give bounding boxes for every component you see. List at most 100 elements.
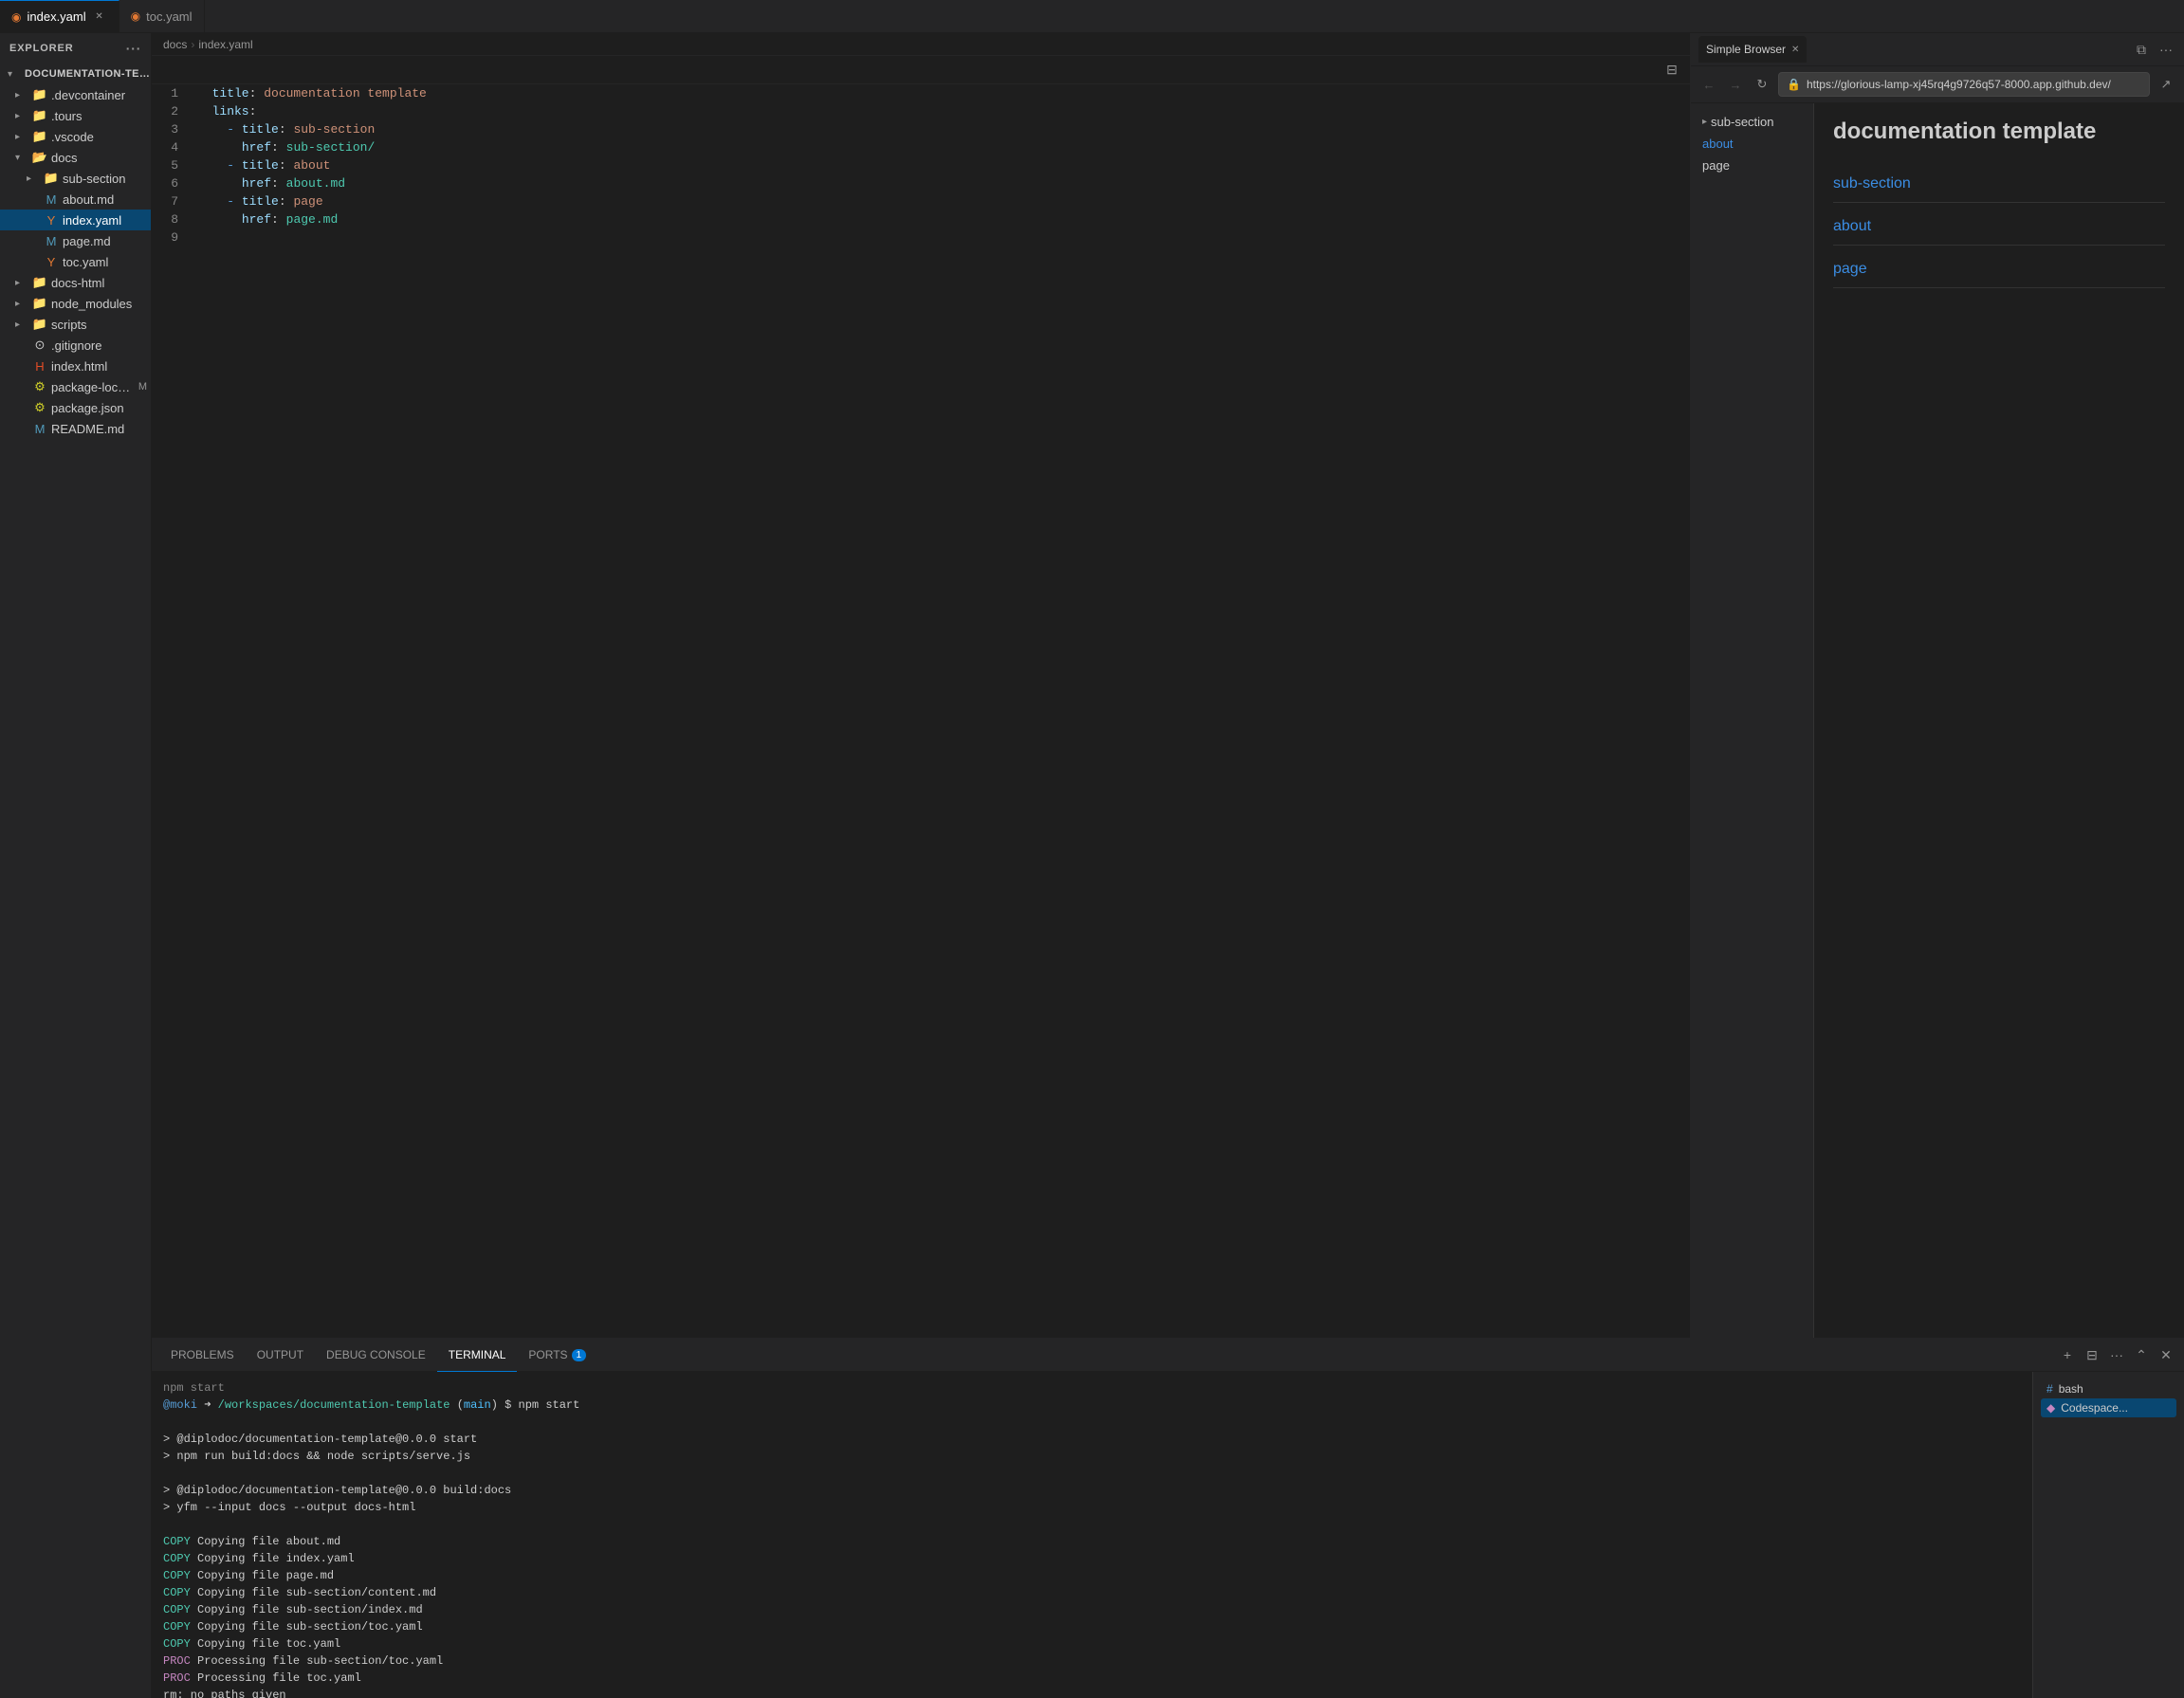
forward-button[interactable]: → [1725,74,1746,95]
explorer-header-icons: ··· [126,41,141,56]
maximize-terminal-icon[interactable]: ⌃ [2131,1344,2152,1365]
browser-link-page[interactable]: page [1833,249,2165,287]
chevron-right-icon: ▸ [15,278,28,288]
tab-problems[interactable]: PROBLEMS [159,1339,246,1372]
back-button[interactable]: ← [1698,74,1719,95]
filter-icon[interactable]: ⊟ [1661,60,1682,81]
sidebar-item-devcontainer[interactable]: ▸ 📁 .devcontainer [0,84,151,105]
split-terminal-icon[interactable]: ⊟ [2082,1344,2102,1365]
chevron-right-icon: ▸ [27,173,40,184]
terminal-line: > @diplodoc/documentation-template@0.0.0… [163,1482,2021,1499]
sidebar-item-tours[interactable]: ▸ 📁 .tours [0,105,151,126]
sidebar-label-docs: docs [51,151,151,165]
code-area[interactable]: title: documentation template links: - t… [190,84,1690,1338]
sidebar-label-page-md: page.md [63,234,151,248]
sidebar-item-toc-yaml[interactable]: ▸ Y toc.yaml [0,251,151,272]
tab-toc-yaml[interactable]: ◉ toc.yaml [119,0,205,33]
add-terminal-icon[interactable]: + [2057,1344,2078,1365]
separator-3 [1833,287,2165,288]
tab-output[interactable]: OUTPUT [246,1339,315,1372]
sidebar-label-index-yaml: index.yaml [63,213,151,228]
browser-section-about: about [1833,207,2165,246]
codespace-icon: ◆ [2046,1401,2055,1415]
folder-icon: 📁 [32,108,47,123]
sidebar: EXPLORER ··· ▾ DOCUMENTATION-TEMPLATE [C… [0,33,152,1698]
sidebar-item-docs-html[interactable]: ▸ 📁 docs-html [0,272,151,293]
refresh-button[interactable]: ↻ [1752,74,1772,95]
breadcrumb-sep: › [191,38,194,51]
folder-icon: 📁 [32,296,47,311]
tab-ports[interactable]: PORTS 1 [517,1339,597,1372]
tab-label-2: toc.yaml [146,9,192,24]
terminal-instance-codespace[interactable]: ◆ Codespace... [2041,1398,2176,1417]
external-link-icon: ↗ [2161,77,2172,92]
browser-tab-close-icon[interactable]: ✕ [1791,45,1799,55]
split-editor-icon[interactable]: ⧉ [2131,39,2152,60]
folder-open-icon: 📂 [32,150,47,165]
root-label: DOCUMENTATION-TEMPLATE [CODESPACES: G... [25,68,151,80]
sidebar-label-package-json: package.json [51,401,151,415]
folder-icon: 📁 [32,87,47,102]
tab-index-yaml[interactable]: ◉ index.yaml ✕ [0,0,119,33]
browser-main-content[interactable]: documentation template sub-section about… [1814,103,2184,1338]
breadcrumb-docs[interactable]: docs [163,38,187,51]
editor-panel: docs › index.yaml ⊟ 12345 6789 title: do… [152,33,1691,1338]
terminal-line: rm: no paths given [163,1687,2021,1698]
terminal-output[interactable]: npm start @moki ➜ /workspaces/documentat… [152,1372,2032,1698]
more-options-icon[interactable]: ··· [126,41,141,56]
sidebar-item-package-json[interactable]: ▸ ⚙ package.json [0,397,151,418]
folder-icon: 📁 [32,275,47,290]
sidebar-item-node-modules[interactable]: ▸ 📁 node_modules [0,293,151,314]
browser-link-sub-section[interactable]: sub-section [1833,164,2165,202]
sidebar-item-gitignore[interactable]: ▸ ⊙ .gitignore [0,335,151,356]
chevron-right-icon: ▸ [15,111,28,121]
terminal-line: COPY Copying file index.yaml [163,1550,2021,1567]
sidebar-item-docs[interactable]: ▾ 📂 docs [0,147,151,168]
browser-section-sub-section: sub-section [1833,164,2165,203]
tab-label-terminal: TERMINAL [449,1348,506,1361]
editor-content[interactable]: 12345 6789 title: documentation template… [152,84,1690,1338]
open-external-icon[interactable]: ↗ [2156,74,2176,95]
sidebar-item-page-md[interactable]: ▸ M page.md [0,230,151,251]
breadcrumb-file[interactable]: index.yaml [198,38,252,51]
browser-nav-page[interactable]: page [1691,155,1813,176]
folder-icon: 📁 [32,129,47,144]
browser-link-about[interactable]: about [1833,207,2165,245]
terminal-instance-bash[interactable]: # bash [2041,1379,2176,1398]
separator [1833,202,2165,203]
html-file-icon: H [32,358,47,374]
terminal-instances-sidebar: # bash ◆ Codespace... [2032,1372,2184,1698]
terminal-line: PROC Processing file toc.yaml [163,1670,2021,1687]
more-actions-icon[interactable]: ··· [2156,39,2176,60]
tree-root[interactable]: ▾ DOCUMENTATION-TEMPLATE [CODESPACES: G.… [0,64,151,84]
terminal-line: @moki ➜ /workspaces/documentation-templa… [163,1397,2021,1414]
explorer-title: EXPLORER [9,43,74,54]
sidebar-label-about-md: about.md [63,192,151,207]
sidebar-item-readme[interactable]: ▸ M README.md [0,418,151,439]
tab-close-index-yaml[interactable]: ✕ [92,9,107,25]
more-terminal-icon[interactable]: ··· [2106,1344,2127,1365]
git-file-icon: ⊙ [32,338,47,353]
top-tab-bar: ◉ index.yaml ✕ ◉ toc.yaml [0,0,2184,33]
browser-content: ▸ sub-section about page documentation t… [1691,103,2184,1338]
sidebar-item-package-lock[interactable]: ▸ ⚙ package-lock.json M [0,376,151,397]
yaml-file-icon-3: Y [44,254,59,269]
sidebar-item-index-html[interactable]: ▸ H index.html [0,356,151,376]
sidebar-label-gitignore: .gitignore [51,338,151,353]
browser-tab-simple[interactable]: Simple Browser ✕ [1698,36,1807,63]
tab-terminal[interactable]: TERMINAL [437,1339,518,1372]
url-bar[interactable]: 🔒 https://glorious-lamp-xj45rq4g9726q57-… [1778,72,2150,97]
browser-nav-about[interactable]: about [1691,133,1813,155]
sidebar-label-toc-yaml: toc.yaml [63,255,151,269]
tab-debug-console[interactable]: DEBUG CONSOLE [315,1339,437,1372]
sidebar-item-about-md[interactable]: ▸ M about.md [0,189,151,210]
sidebar-item-sub-section[interactable]: ▸ 📁 sub-section [0,168,151,189]
tab-label-ports: PORTS [528,1348,567,1361]
sidebar-item-vscode[interactable]: ▸ 📁 .vscode [0,126,151,147]
sidebar-item-index-yaml[interactable]: ▸ Y index.yaml [0,210,151,230]
breadcrumb: docs › index.yaml [152,33,1690,56]
close-terminal-icon[interactable]: ✕ [2156,1344,2176,1365]
browser-nav-sub-section[interactable]: ▸ sub-section [1691,111,1813,133]
main-layout: EXPLORER ··· ▾ DOCUMENTATION-TEMPLATE [C… [0,33,2184,1698]
sidebar-item-scripts[interactable]: ▸ 📁 scripts [0,314,151,335]
